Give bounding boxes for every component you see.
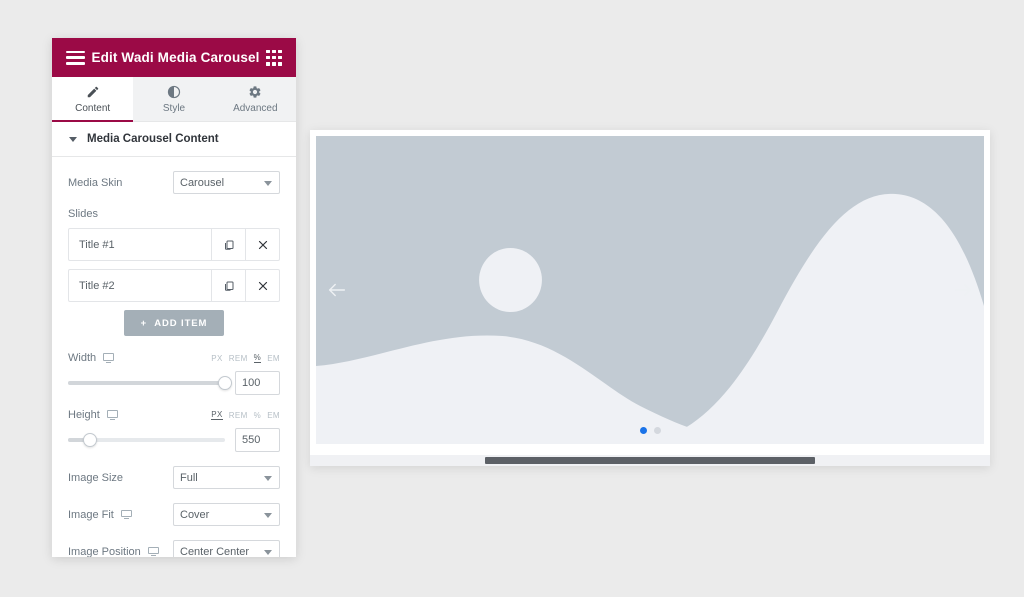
media-skin-value: Carousel: [180, 176, 225, 189]
width-slider-track[interactable]: [68, 376, 232, 390]
carousel-preview: [310, 130, 990, 466]
width-unit-percent[interactable]: %: [253, 353, 262, 363]
elementor-editor-panel: Edit Wadi Media Carousel Content Style A…: [52, 38, 296, 557]
slide-title-1[interactable]: Title #1: [69, 229, 211, 260]
control-image-fit: Image Fit Cover: [68, 503, 280, 526]
panel-tabs: Content Style Advanced: [52, 77, 296, 122]
arrow-left-icon[interactable]: [326, 279, 348, 301]
tab-style-label: Style: [162, 102, 186, 114]
image-fit-select[interactable]: Cover: [173, 503, 280, 526]
control-width-slider: [68, 371, 280, 395]
close-icon[interactable]: [245, 270, 279, 301]
desktop-icon[interactable]: [120, 509, 132, 520]
width-unit-rem[interactable]: REM: [229, 354, 248, 363]
height-unit-px[interactable]: PX: [211, 410, 223, 420]
control-image-size: Image Size Full: [68, 466, 280, 489]
width-input[interactable]: [235, 371, 280, 395]
image-size-select[interactable]: Full: [173, 466, 280, 489]
slides-label: Slides: [68, 208, 98, 220]
chevron-down-icon: [69, 136, 77, 142]
apps-grid-icon[interactable]: [266, 49, 282, 66]
duplicate-icon[interactable]: [211, 270, 245, 301]
image-position-label-text: Image Position: [68, 545, 141, 558]
height-input[interactable]: [235, 428, 280, 452]
width-label: Width: [68, 352, 115, 364]
scrollbar-thumb[interactable]: [485, 457, 815, 464]
media-skin-label: Media Skin: [68, 176, 123, 189]
height-slider-track[interactable]: [68, 433, 225, 447]
gear-icon: [248, 85, 262, 100]
desktop-icon[interactable]: [103, 353, 115, 363]
image-fit-label-text: Image Fit: [68, 508, 114, 521]
height-label-text: Height: [68, 409, 100, 421]
slide-title-2[interactable]: Title #2: [69, 270, 211, 301]
carousel-slide[interactable]: [316, 136, 984, 444]
width-label-text: Width: [68, 352, 97, 364]
control-width-header: Width PX REM % EM: [68, 352, 280, 364]
screen: Edit Wadi Media Carousel Content Style A…: [0, 0, 1024, 597]
control-height-header: Height PX REM % EM: [68, 409, 280, 421]
control-image-position: Image Position Center Center: [68, 540, 280, 557]
image-position-value: Center Center: [180, 545, 250, 558]
image-fit-value: Cover: [180, 508, 210, 521]
height-unit-rem[interactable]: REM: [229, 411, 248, 420]
hamburger-icon[interactable]: [66, 50, 85, 65]
arrow-right-icon[interactable]: [952, 279, 974, 301]
height-unit-switcher: PX REM % EM: [211, 410, 280, 420]
height-slider-knob[interactable]: [82, 433, 97, 447]
image-size-value: Full: [180, 471, 198, 484]
height-unit-percent[interactable]: %: [254, 411, 262, 420]
height-unit-em[interactable]: EM: [267, 411, 280, 420]
image-placeholder: [316, 136, 984, 444]
duplicate-icon[interactable]: [211, 229, 245, 260]
image-size-label: Image Size: [68, 471, 124, 484]
tab-content[interactable]: Content: [52, 77, 134, 122]
tab-advanced[interactable]: Advanced: [214, 77, 296, 121]
page-title: Edit Wadi Media Carousel: [91, 50, 260, 65]
width-slider-knob[interactable]: [218, 376, 232, 390]
tab-advanced-label: Advanced: [233, 102, 278, 114]
section-header-media-carousel-content[interactable]: Media Carousel Content: [52, 122, 296, 157]
width-unit-em[interactable]: EM: [267, 354, 280, 363]
section-title: Media Carousel Content: [87, 133, 219, 145]
list-item[interactable]: Title #2: [68, 269, 280, 302]
tab-content-label: Content: [75, 102, 111, 114]
panel-header: Edit Wadi Media Carousel: [52, 38, 296, 77]
width-unit-switcher: PX REM % EM: [211, 353, 280, 363]
add-item-label: ADD ITEM: [154, 317, 208, 329]
pencil-icon: [86, 85, 100, 100]
width-slider-fill: [68, 381, 225, 385]
media-skin-select[interactable]: Carousel: [173, 171, 280, 194]
tab-style[interactable]: Style: [133, 77, 215, 121]
carousel-pagination: [316, 427, 984, 434]
pagination-dot-2[interactable]: [653, 427, 661, 434]
contrast-icon: [167, 85, 181, 100]
desktop-icon[interactable]: [106, 410, 118, 420]
add-item-button[interactable]: + ADD ITEM: [124, 310, 224, 336]
image-position-select[interactable]: Center Center: [173, 540, 280, 557]
desktop-icon[interactable]: [147, 546, 159, 557]
image-position-label: Image Position: [68, 545, 173, 558]
image-fit-label: Image Fit: [68, 509, 173, 521]
width-unit-px[interactable]: PX: [211, 354, 222, 363]
add-item-plus: +: [140, 317, 155, 329]
close-icon[interactable]: [245, 229, 279, 260]
height-label: Height: [68, 409, 118, 421]
control-height-slider: [68, 428, 280, 452]
control-media-skin: Media Skin Carousel: [68, 171, 280, 194]
pagination-dot-1[interactable]: [639, 427, 647, 434]
panel-body: Media Skin Carousel Slides Title #1 Titl…: [52, 157, 296, 557]
horizontal-scrollbar[interactable]: [310, 455, 990, 466]
list-item[interactable]: Title #1: [68, 228, 280, 261]
